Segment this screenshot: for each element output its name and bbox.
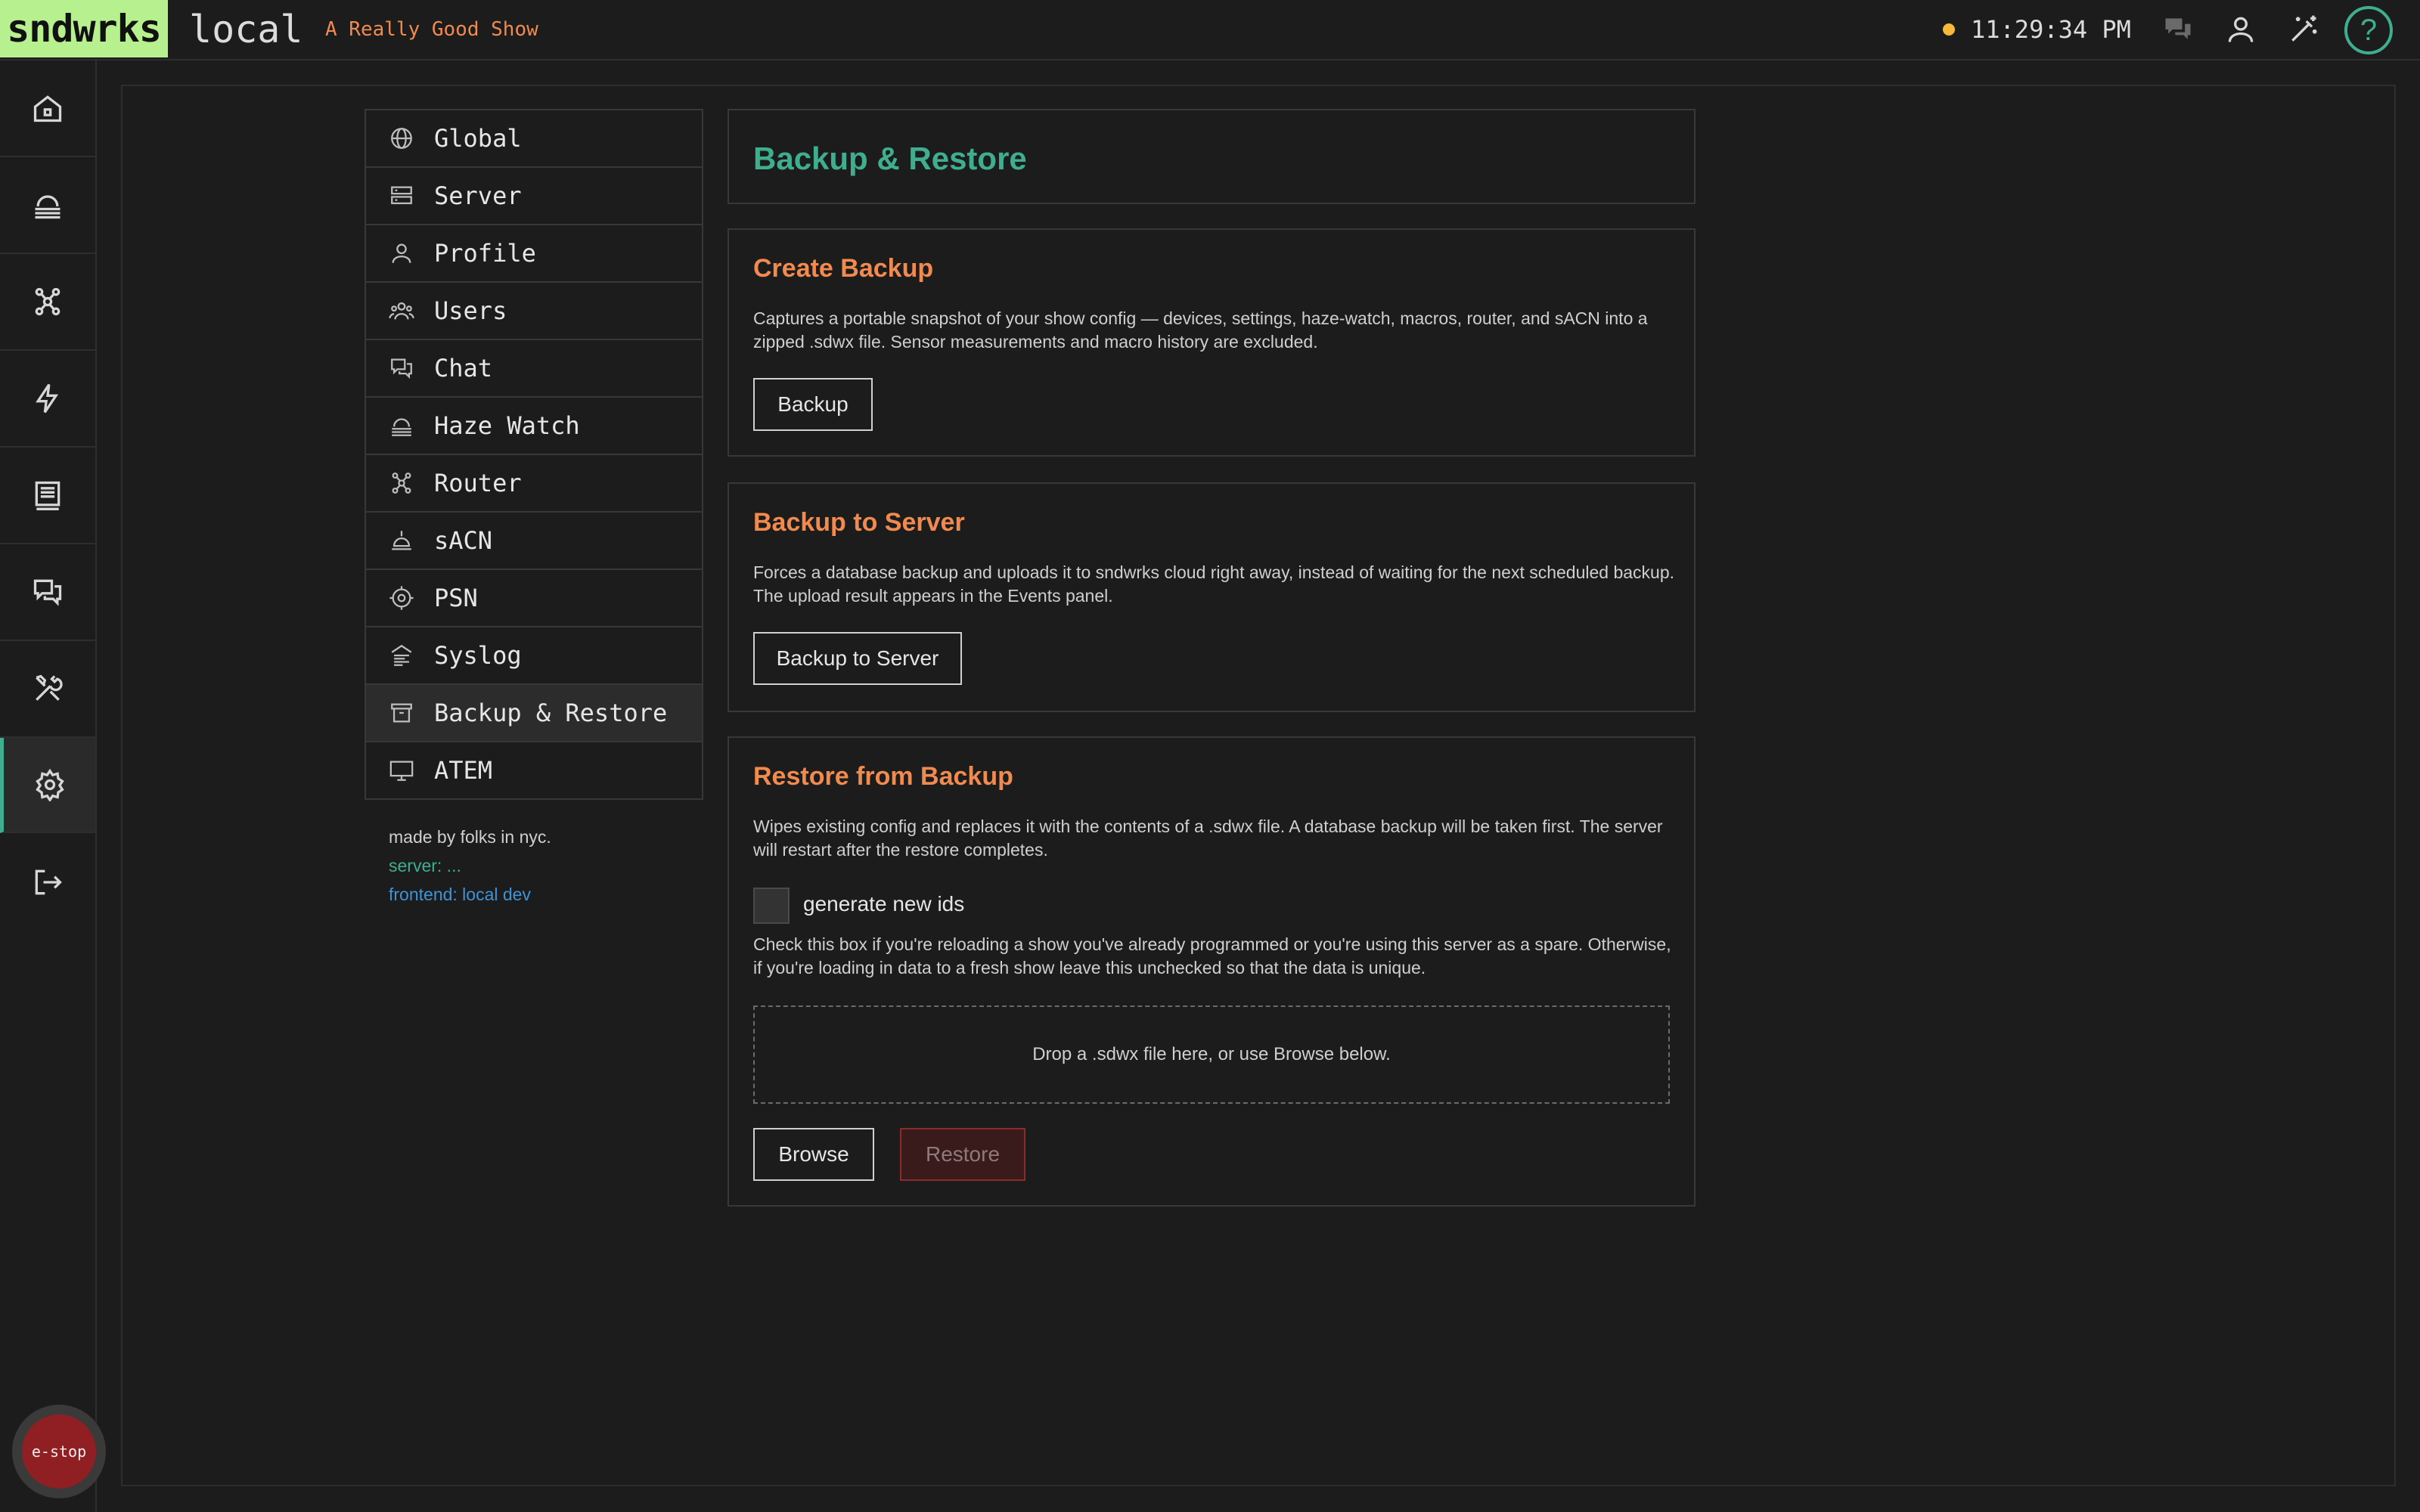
chat-icon[interactable] [0, 544, 95, 641]
help-icon[interactable]: ? [2344, 6, 2393, 54]
restore-description: Wipes existing config and replaces it wi… [753, 816, 1663, 860]
magic-wand-icon[interactable] [2287, 13, 2320, 46]
backup-server-description: Forces a database backup and uploads it … [753, 562, 1675, 606]
settings-nav-haze-watch[interactable]: Haze Watch [366, 398, 702, 455]
backup-server-panel: Backup to Server Forces a database backu… [728, 482, 1696, 712]
estop-button[interactable]: e-stop [12, 1405, 106, 1498]
settings-nav-sacn[interactable]: sACN [366, 513, 702, 570]
settings-nav-label: Global [434, 124, 522, 153]
haze-icon [392, 418, 411, 436]
log-icon [391, 644, 412, 666]
router-icon[interactable] [0, 254, 95, 351]
backup-to-server-button[interactable]: Backup to Server [753, 632, 962, 685]
users-icon [389, 302, 414, 320]
settings-nav-label: sACN [434, 526, 493, 555]
settings-nav-label: Router [434, 469, 522, 497]
backup-server-title: Backup to Server [753, 508, 965, 537]
chat-icon[interactable] [2161, 13, 2195, 46]
user-icon [392, 243, 411, 263]
create-backup-description: Captures a portable snapshot of your sho… [753, 308, 1648, 352]
clock: 11:29:34 PM [1971, 15, 2131, 44]
lightning-icon[interactable] [0, 351, 95, 448]
settings-nav-label: Backup & Restore [434, 699, 668, 727]
page-header-panel: Backup & Restore [728, 109, 1696, 204]
settings-nav-label: ATEM [434, 756, 493, 785]
settings-nav-syslog[interactable]: Syslog [366, 627, 702, 685]
create-backup-panel: Create Backup Captures a portable snapsh… [728, 228, 1696, 457]
tools-icon[interactable] [0, 641, 95, 738]
settings-nav-label: Server [434, 181, 522, 210]
environment-name: local [189, 8, 303, 51]
settings-nav-global[interactable]: Global [366, 110, 702, 168]
server-icon [391, 186, 412, 205]
restore-button[interactable]: Restore [900, 1128, 1025, 1181]
restore-title: Restore from Backup [753, 762, 1013, 791]
settings-nav-users[interactable]: Users [366, 283, 702, 340]
backup-button[interactable]: Backup [753, 378, 873, 431]
credits: made by folks in nyc. server: ... fronte… [389, 823, 551, 909]
settings-nav-chat[interactable]: Chat [366, 340, 702, 398]
settings-nav-label: Users [434, 296, 507, 325]
router-icon [392, 472, 411, 494]
settings-nav-backup-restore[interactable]: Backup & Restore [366, 685, 702, 742]
settings-nav-label: Profile [434, 239, 536, 268]
browse-button[interactable]: Browse [753, 1128, 874, 1181]
settings-nav-router[interactable]: Router [366, 455, 702, 513]
frontend-version: frontend: local dev [389, 885, 531, 904]
page-title: Backup & Restore [753, 141, 1027, 176]
logo[interactable]: sndwrks [0, 0, 168, 57]
settings-nav-label: Chat [434, 354, 493, 383]
settings-nav-psn[interactable]: PSN [366, 570, 702, 627]
home-icon[interactable] [0, 60, 95, 157]
made-by-text: made by folks in nyc. [389, 827, 551, 847]
show-name: A Really Good Show [325, 18, 538, 41]
status-indicator [1943, 23, 1955, 36]
globe-icon [391, 128, 412, 149]
haze-icon[interactable] [0, 157, 95, 254]
generate-new-ids-hint: Check this box if you're reloading a sho… [753, 934, 1671, 978]
chat-icon [391, 358, 412, 380]
create-backup-title: Create Backup [753, 254, 934, 283]
server-version: server: ... [389, 856, 461, 875]
generate-new-ids-checkbox[interactable] [753, 888, 790, 924]
top-bar: sndwrks local A Really Good Show 11:29:3… [0, 0, 2420, 60]
estop-label: e-stop [22, 1414, 96, 1489]
lamp-icon [392, 531, 411, 550]
macro-icon[interactable] [0, 448, 95, 544]
target-icon [389, 586, 414, 610]
logout-icon[interactable] [0, 835, 95, 930]
generate-new-ids-label[interactable]: generate new ids [803, 892, 964, 916]
settings-nav: Global Server Profile Users Chat Haze Wa… [365, 109, 703, 800]
settings-icon[interactable] [0, 738, 95, 833]
settings-nav-server[interactable]: Server [366, 168, 702, 225]
settings-nav-label: Syslog [434, 641, 522, 670]
restore-panel: Restore from Backup Wipes existing confi… [728, 736, 1696, 1207]
settings-nav-atem[interactable]: ATEM [366, 742, 702, 798]
settings-nav-label: Haze Watch [434, 411, 580, 440]
archive-icon [391, 703, 412, 723]
user-icon[interactable] [2224, 13, 2257, 46]
file-dropzone[interactable]: Drop a .sdwx file here, or use Browse be… [753, 1005, 1670, 1104]
settings-nav-profile[interactable]: Profile [366, 225, 702, 283]
monitor-icon [389, 761, 414, 781]
side-rail [0, 60, 97, 1512]
settings-nav-label: PSN [434, 584, 478, 612]
